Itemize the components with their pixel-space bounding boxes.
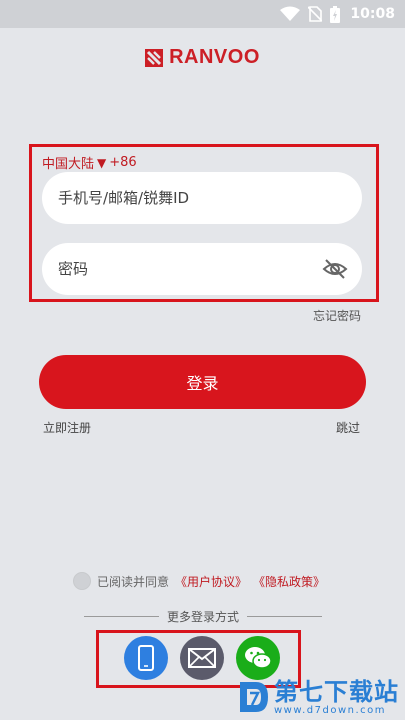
agreement-prefix: 已阅读并同意 [97, 574, 170, 589]
wechat-icon [245, 647, 272, 669]
phone-icon [138, 645, 154, 671]
region-selector[interactable]: 中国大陆 ▼ +86 [42, 153, 137, 172]
login-button[interactable]: 登录 [39, 355, 366, 409]
wechat-login-button[interactable] [236, 636, 280, 680]
watermark: 第七下载站 www.d7down.com [236, 678, 399, 716]
divider-line [247, 616, 323, 617]
phone-login-button[interactable] [124, 636, 168, 680]
agreement-row: 已阅读并同意 《用户协议》 《隐私政策》 [73, 572, 325, 590]
status-time: 10:08 [350, 6, 395, 22]
brand-name: RANVOO [169, 46, 260, 68]
forgot-password-link[interactable]: 忘记密码 [313, 307, 361, 324]
dropdown-arrow-icon: ▼ [97, 155, 107, 170]
d7down-logo-icon [240, 682, 268, 712]
no-sim-icon [308, 6, 323, 22]
account-input[interactable] [58, 189, 348, 207]
ranvoo-logo-icon [145, 48, 164, 67]
brand-logo: RANVOO [0, 46, 405, 69]
more-login-title: 更多登录方式 [167, 610, 240, 624]
agreement-checkbox[interactable] [73, 572, 91, 590]
region-label: 中国大陆 [42, 157, 95, 172]
email-login-button[interactable] [180, 636, 224, 680]
status-bar: 10:08 [0, 0, 405, 28]
watermark-url: www.d7down.com [274, 705, 387, 716]
privacy-policy-link[interactable]: 《隐私政策》 [253, 573, 325, 590]
battery-charging-icon [330, 5, 341, 23]
country-code: +86 [109, 155, 137, 170]
skip-link[interactable]: 跳过 [336, 419, 360, 436]
user-agreement-link[interactable]: 《用户协议》 [175, 573, 247, 590]
mail-icon [188, 648, 216, 668]
more-login-divider: 更多登录方式 [84, 608, 323, 625]
wifi-icon [280, 6, 301, 21]
watermark-text: 第七下载站 [274, 678, 399, 706]
password-input[interactable] [58, 260, 322, 278]
account-field[interactable] [42, 172, 362, 224]
divider-line [84, 616, 159, 617]
register-link[interactable]: 立即注册 [43, 419, 91, 436]
eye-hidden-icon[interactable] [322, 256, 348, 282]
password-field[interactable] [42, 243, 362, 295]
